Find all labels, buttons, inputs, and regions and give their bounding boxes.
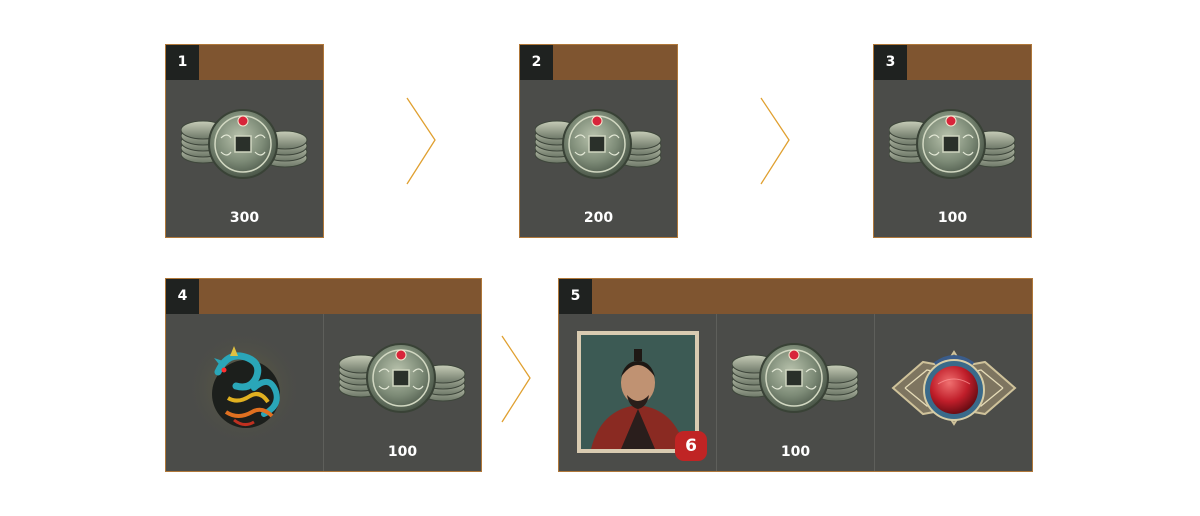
hero-level-badge: 6 [675, 431, 707, 461]
reward-slot[interactable] [874, 314, 1032, 471]
coin-stack-icon [732, 343, 859, 413]
coin-stack-icon [339, 343, 466, 413]
reward-quantity: 300 [229, 210, 260, 226]
step-header: 5 [559, 279, 1032, 314]
reward-slot[interactable]: 300 [166, 80, 323, 237]
reward-slot[interactable]: 6 [559, 314, 716, 471]
reward-slot[interactable]: 100 [874, 80, 1031, 237]
step-number-badge: 4 [166, 279, 199, 314]
step-header: 3 [874, 45, 1031, 80]
coin-stack-icon [889, 109, 1016, 179]
reward-slot[interactable] [166, 314, 323, 471]
reward-step-4: 4 100 [165, 278, 482, 472]
reward-quantity: 100 [780, 444, 811, 460]
chevron-right-icon [760, 97, 790, 185]
chevron-right-icon [501, 335, 531, 423]
step-number-badge: 5 [559, 279, 592, 314]
dragon-emblem-icon [186, 330, 302, 446]
reward-step-2: 2 200 [519, 44, 678, 238]
reward-slot[interactable]: 100 [716, 314, 874, 471]
chevron-right-icon [406, 97, 436, 185]
reward-step-3: 3 100 [873, 44, 1032, 238]
reward-quantity: 200 [583, 210, 614, 226]
coin-stack-icon [535, 109, 662, 179]
coin-stack-icon [181, 109, 308, 179]
reward-step-1: 1 300 [165, 44, 324, 238]
step-number-badge: 3 [874, 45, 907, 80]
step-header: 4 [166, 279, 481, 314]
red-gem-ornament-icon [891, 350, 1017, 426]
step-header: 2 [520, 45, 677, 80]
reward-slot[interactable]: 100 [323, 314, 481, 471]
reward-quantity: 100 [937, 210, 968, 226]
step-header: 1 [166, 45, 323, 80]
reward-slot[interactable]: 200 [520, 80, 677, 237]
reward-quantity: 100 [387, 444, 418, 460]
step-number-badge: 1 [166, 45, 199, 80]
reward-step-5: 5 6 100 [558, 278, 1033, 472]
step-number-badge: 2 [520, 45, 553, 80]
